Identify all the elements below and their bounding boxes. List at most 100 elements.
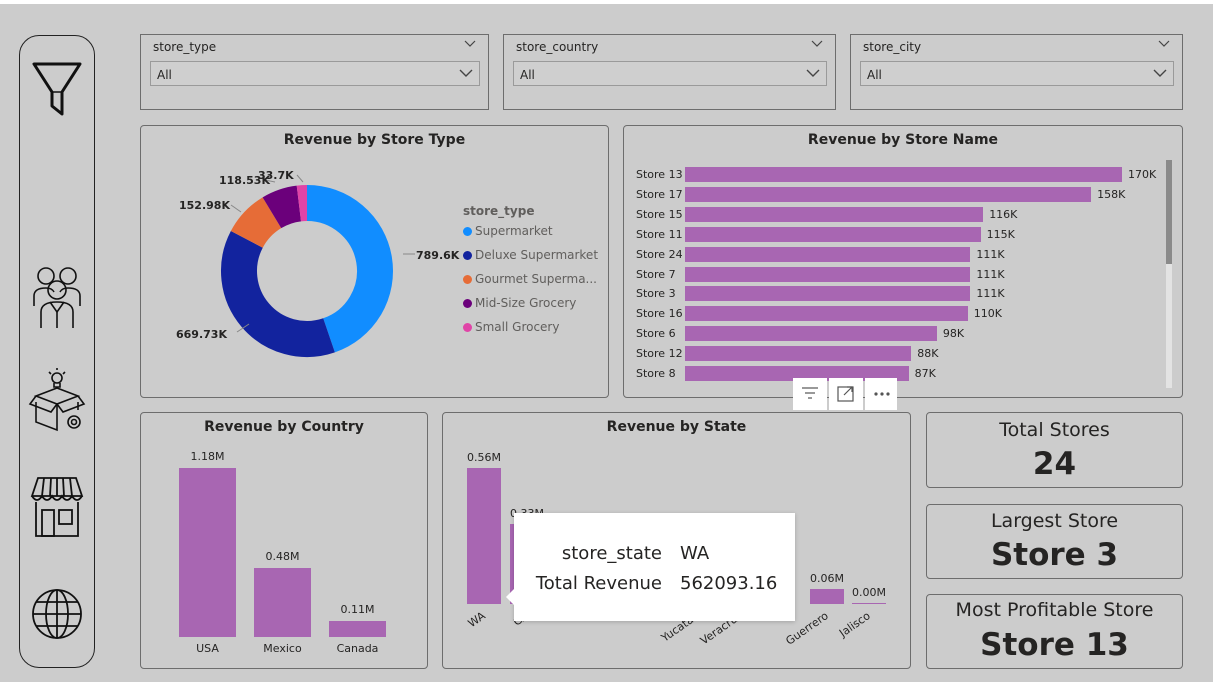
slicer-dropdown[interactable]: All [150, 61, 480, 86]
slicer-store-city: store_city All [850, 34, 1183, 110]
revenue-by-store-name-chart[interactable]: Revenue by Store Name Store 13 170K Store … [623, 125, 1183, 398]
globe-icon[interactable] [28, 581, 86, 647]
hbar-row[interactable]: Store 6 98K [624, 326, 1164, 342]
data-label: 789.6K [416, 249, 460, 262]
hbar-row[interactable]: Store 3 111K [624, 286, 1164, 302]
bar[interactable] [179, 468, 236, 637]
focus-mode-icon [837, 386, 854, 402]
product-box-icon[interactable] [28, 366, 86, 432]
data-label: 0.00M [852, 586, 886, 599]
legend-dot [463, 275, 472, 284]
chevron-down-icon[interactable] [464, 39, 476, 49]
data-label: 170K [1128, 168, 1157, 181]
data-label: 111K [976, 247, 1005, 261]
legend-item[interactable]: Mid-Size Grocery [463, 296, 576, 310]
bar[interactable] [685, 266, 971, 282]
chart-title: Revenue by State [606, 419, 747, 435]
scroll-thumb[interactable] [1166, 160, 1172, 264]
category-label: Canada [336, 642, 379, 655]
category-label: Store 17 [636, 187, 683, 201]
scrollbar[interactable] [1166, 160, 1172, 388]
focus-mode-button[interactable] [829, 378, 863, 410]
card-title: Largest Store [990, 510, 1119, 532]
revenue-by-country-chart[interactable]: Revenue by Country 1.18M USA 0.48M Mexico 0.… [140, 412, 428, 669]
chevron-down-icon[interactable] [1153, 68, 1167, 79]
bar[interactable] [254, 568, 311, 637]
bar[interactable] [685, 286, 971, 302]
legend-item[interactable]: Supermarket [463, 224, 553, 238]
filter-icon[interactable] [28, 54, 86, 120]
legend-dot [463, 299, 472, 308]
filter-button[interactable] [793, 378, 827, 410]
tooltip-key: Total Revenue [535, 573, 662, 594]
donut-slice[interactable] [221, 231, 335, 357]
hbar-row[interactable]: Store 7 111K [624, 266, 1164, 282]
bar[interactable] [329, 621, 386, 637]
data-label: 110K [973, 307, 1002, 321]
legend-item[interactable]: Gourmet Superma... [463, 272, 597, 286]
bar[interactable] [685, 226, 981, 242]
largest-store-card[interactable]: Largest Store Store 3 [926, 504, 1183, 579]
donut-slice[interactable] [262, 185, 302, 229]
visual-header-toolbar [793, 378, 897, 410]
bar[interactable] [852, 603, 886, 604]
hbar-row[interactable]: Store 12 88K [624, 346, 1164, 362]
slicer-dropdown[interactable]: All [513, 61, 827, 86]
tooltip-value: WA [680, 543, 710, 564]
hbar-row[interactable]: Store 11 115K [624, 226, 1164, 242]
most-profitable-store-card[interactable]: Most Profitable Store Store 13 [926, 594, 1183, 669]
category-label: Store 11 [636, 227, 683, 241]
legend-title: store_type [463, 204, 535, 218]
slicer-title: store_country [516, 40, 599, 54]
people-icon[interactable] [28, 262, 86, 328]
donut-slice[interactable] [306, 185, 393, 353]
bar[interactable] [685, 206, 984, 222]
donut-chart [221, 174, 415, 357]
category-label: Store 7 [636, 267, 676, 281]
bar[interactable] [685, 167, 1122, 182]
hbar-row[interactable]: Store 17 158K [624, 186, 1164, 202]
store-icon[interactable] [28, 474, 86, 540]
category-label: Store 3 [636, 287, 676, 301]
data-label: 152.98K [179, 199, 230, 212]
bar[interactable] [685, 306, 968, 322]
category-label: Store 12 [636, 347, 683, 361]
hbar-row[interactable]: Store 13 170K [624, 167, 1164, 182]
legend-item[interactable]: Small Grocery [463, 320, 559, 334]
tooltip-key: store_state [561, 543, 662, 564]
legend-label: Deluxe Supermarket [475, 248, 599, 262]
data-label: 111K [976, 267, 1005, 281]
legend-label: Small Grocery [475, 320, 560, 334]
chevron-down-icon[interactable] [459, 68, 473, 79]
legend-dot [463, 227, 472, 236]
chart-tooltip: store_state WA Total Revenue 562093.16 [506, 513, 795, 621]
revenue-by-store-type-chart[interactable]: Revenue by Store Type 789.6K 669.73K 152… [140, 125, 609, 398]
donut-slice[interactable] [230, 197, 282, 249]
total-stores-card[interactable]: Total Stores 24 [926, 412, 1183, 488]
bar[interactable] [685, 246, 971, 262]
legend-item[interactable]: Deluxe Supermarket [463, 248, 598, 262]
hbar-row[interactable]: Store 16 110K [624, 306, 1164, 322]
data-label: 88K [917, 347, 939, 361]
data-label: 0.11M [340, 603, 375, 617]
chevron-down-icon[interactable] [806, 68, 820, 79]
chevron-down-icon[interactable] [1158, 39, 1170, 49]
tooltip-value: 562093.16 [680, 573, 778, 594]
bar[interactable] [685, 186, 1092, 202]
data-label: 0.06M [810, 572, 844, 586]
legend-label: Mid-Size Grocery [475, 296, 577, 310]
leader-line [230, 204, 242, 213]
hbar-row[interactable]: Store 15 116K [624, 206, 1164, 222]
bar[interactable] [685, 326, 937, 342]
data-label: 111K [976, 287, 1005, 301]
bar[interactable] [685, 346, 912, 362]
slicer-dropdown[interactable]: All [860, 61, 1174, 86]
data-label: 158K [1097, 187, 1126, 201]
chevron-down-icon[interactable] [811, 39, 823, 49]
bar[interactable] [467, 468, 501, 604]
data-label: 0.48M [265, 550, 300, 564]
more-options-button[interactable] [865, 378, 897, 410]
chart-title: Revenue by Country [204, 419, 364, 435]
hbar-row[interactable]: Store 24 111K [624, 246, 1164, 262]
data-label: 1.18M [190, 450, 225, 463]
